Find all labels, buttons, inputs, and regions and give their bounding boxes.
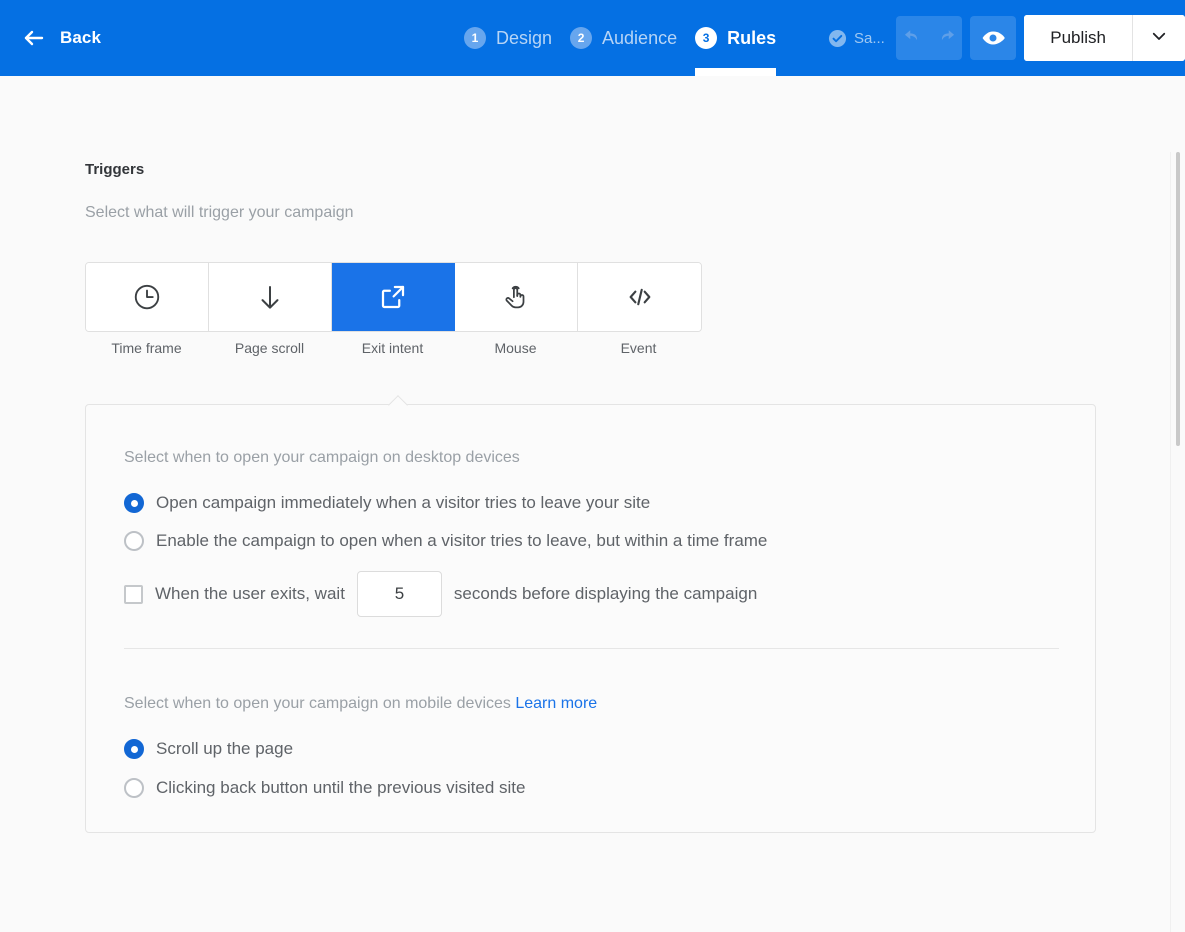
step-nav: 1 Design 2 Audience 3 Rules [455, 0, 785, 76]
trigger-option-page-scroll[interactable] [209, 263, 332, 331]
step-number-badge: 2 [570, 27, 592, 49]
exit-wait-seconds-input[interactable] [357, 571, 442, 617]
eye-icon [981, 26, 1005, 50]
trigger-label-mouse: Mouse [454, 340, 577, 356]
arrow-left-icon [22, 26, 46, 50]
clock-icon [132, 282, 162, 312]
exit-wait-row: When the user exits, wait seconds before… [124, 571, 757, 617]
mobile-option-scroll-up[interactable]: Scroll up the page [124, 739, 293, 759]
saved-label: Sa... [854, 30, 885, 47]
publish-dropdown-button[interactable] [1133, 15, 1185, 61]
mobile-section-label: Select when to open your campaign on mob… [124, 695, 597, 713]
scrollbar-thumb[interactable] [1176, 152, 1180, 446]
chevron-down-icon [1150, 27, 1168, 50]
trigger-option-event[interactable] [578, 263, 701, 331]
step-audience[interactable]: 2 Audience [561, 0, 686, 76]
step-label: Rules [727, 28, 776, 49]
trigger-labels: Time frame Page scroll Exit intent Mouse… [85, 340, 700, 356]
exit-wait-suffix-label: seconds before displaying the campaign [454, 584, 757, 604]
trigger-option-mouse[interactable] [455, 263, 578, 331]
desktop-section-label: Select when to open your campaign on des… [124, 449, 520, 467]
trigger-options-panel: Select when to open your campaign on des… [85, 404, 1096, 833]
exit-wait-prefix-label: When the user exits, wait [155, 584, 345, 604]
saved-status: Sa... [828, 0, 885, 76]
arrow-down-icon [255, 282, 285, 312]
trigger-label-page-scroll: Page scroll [208, 340, 331, 356]
page-scrollbar[interactable] [1170, 152, 1185, 932]
desktop-option-timeframe-label: Enable the campaign to open when a visit… [156, 531, 767, 551]
trigger-selector [85, 262, 702, 332]
back-button[interactable]: Back [0, 0, 101, 76]
exit-wait-checkbox[interactable] [124, 585, 143, 604]
mobile-option-back-button[interactable]: Clicking back button until the previous … [124, 778, 525, 798]
preview-button[interactable] [970, 16, 1016, 60]
trigger-option-exit-intent[interactable] [332, 263, 455, 331]
back-label: Back [60, 28, 101, 48]
step-design[interactable]: 1 Design [455, 0, 561, 76]
main-content: Triggers Select what will trigger your c… [0, 76, 1185, 856]
mobile-section-text: Select when to open your campaign on mob… [124, 695, 511, 712]
radio-icon-unselected[interactable] [124, 778, 144, 798]
header-toolbar: Publish [896, 0, 1185, 76]
hand-tap-icon [501, 282, 531, 312]
external-link-icon [378, 282, 408, 312]
learn-more-link[interactable]: Learn more [515, 695, 597, 712]
step-label: Design [496, 28, 552, 49]
desktop-option-timeframe[interactable]: Enable the campaign to open when a visit… [124, 531, 767, 551]
step-label: Audience [602, 28, 677, 49]
preview-group [970, 16, 1016, 60]
mobile-option-scroll-up-label: Scroll up the page [156, 739, 293, 759]
mobile-option-back-button-label: Clicking back button until the previous … [156, 778, 525, 798]
step-number-badge: 1 [464, 27, 486, 49]
publish-control: Publish [1024, 15, 1185, 61]
trigger-label-exit-intent: Exit intent [331, 340, 454, 356]
undo-redo-group [896, 16, 962, 60]
trigger-option-time-frame[interactable] [86, 263, 209, 331]
step-number-badge: 3 [695, 27, 717, 49]
redo-button[interactable] [929, 16, 962, 60]
section-divider [124, 648, 1059, 649]
app-header: Back 1 Design 2 Audience 3 Rules Sa... [0, 0, 1185, 76]
trigger-label-event: Event [577, 340, 700, 356]
page-title: Triggers [85, 161, 144, 178]
desktop-option-immediate-label: Open campaign immediately when a visitor… [156, 493, 650, 513]
redo-arrow-icon [935, 27, 957, 49]
desktop-option-immediate[interactable]: Open campaign immediately when a visitor… [124, 493, 650, 513]
radio-icon-selected[interactable] [124, 739, 144, 759]
panel-pointer-caret [388, 395, 408, 415]
code-brackets-icon [624, 281, 656, 313]
check-circle-icon [828, 29, 847, 48]
step-rules[interactable]: 3 Rules [686, 0, 785, 76]
page-subtitle: Select what will trigger your campaign [85, 204, 354, 222]
radio-icon-unselected[interactable] [124, 531, 144, 551]
undo-button[interactable] [896, 16, 929, 60]
undo-arrow-icon [902, 27, 924, 49]
publish-button[interactable]: Publish [1024, 15, 1132, 61]
trigger-label-time-frame: Time frame [85, 340, 208, 356]
radio-icon-selected[interactable] [124, 493, 144, 513]
